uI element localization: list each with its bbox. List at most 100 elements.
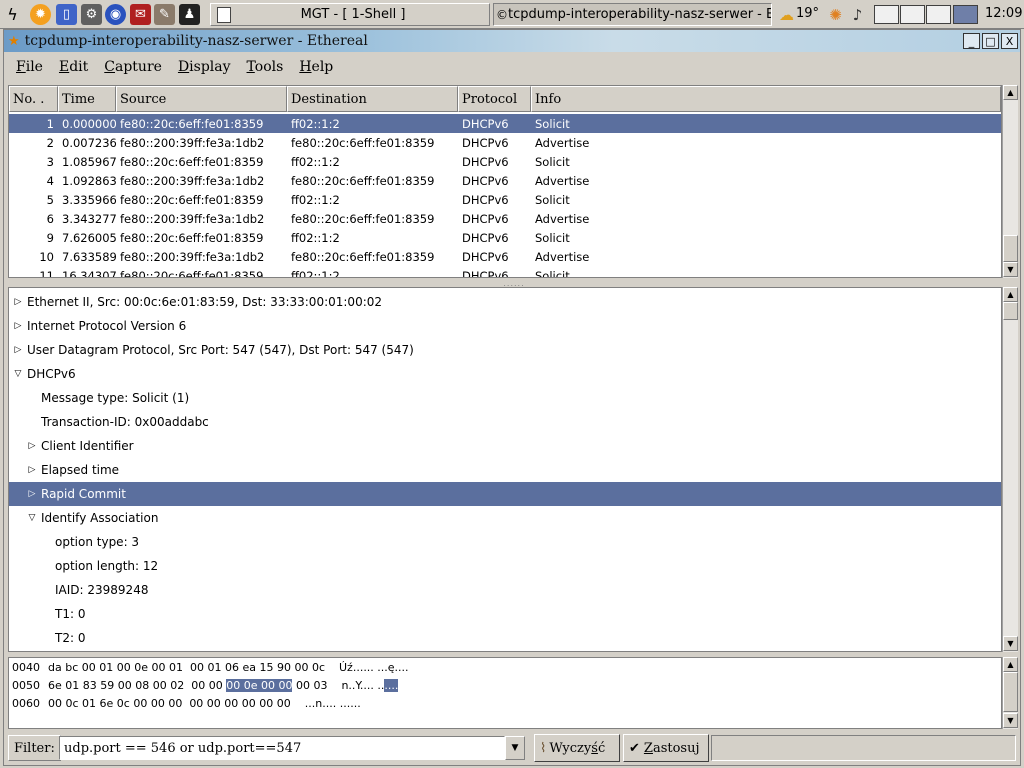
minimize-button[interactable]: _ <box>963 33 980 49</box>
task-ethereal[interactable]: © tcpdump-interoperability-nasz-serwer -… <box>493 3 772 26</box>
scroll-down-icon[interactable]: ▼ <box>1003 636 1018 651</box>
chevron-down-icon: ▼ <box>511 743 519 753</box>
column-header-no[interactable]: No. . <box>9 86 58 112</box>
packet-cell-dst: ff02::1:2 <box>291 154 340 169</box>
packet-row[interactable]: 1 0.000000 fe80::20c:6eff:fe01:8359 ff02::1… <box>9 114 1001 133</box>
settings-launcher-icon[interactable]: ⚙ <box>81 4 102 25</box>
task-label: tcpdump-interoperability-nasz-serwer - E <box>508 7 772 22</box>
filter-input[interactable]: udp.port == 546 or udp.port==547 <box>59 736 505 760</box>
packet-cell-time: 0.007236 <box>62 135 116 150</box>
detail-row[interactable]: ▷ User Datagram Protocol, Src Port: 547 (… <box>9 338 1001 362</box>
hex-row[interactable]: 0040 da bc 00 01 00 0e 00 01 00 01 06 ea … <box>12 658 409 676</box>
menu-display[interactable]: Display <box>178 59 231 75</box>
sun-applet-icon[interactable]: ✹ <box>30 4 51 25</box>
maximize-icon: □ <box>985 34 996 48</box>
packet-row[interactable]: 5 3.335966 fe80::20c:6eff:fe01:8359 ff02::1… <box>9 190 1001 209</box>
detail-row[interactable]: option type: 3 <box>9 530 1001 554</box>
detail-row[interactable]: ▷ Internet Protocol Version 6 <box>9 314 1001 338</box>
workspace-3[interactable] <box>926 5 951 24</box>
packet-row[interactable]: 4 1.092863 fe80::200:39ff:fe3a:1db2 fe80::2… <box>9 171 1001 190</box>
detail-row[interactable]: Transaction-ID: 0x00addabc <box>9 410 1001 434</box>
packet-cell-src: fe80::20c:6eff:fe01:8359 <box>120 192 264 207</box>
scroll-up-icon[interactable]: ▲ <box>1003 657 1018 672</box>
clear-button[interactable]: ⌇ Wyczy ś ć <box>534 734 620 762</box>
packet-row[interactable]: 6 3.343277 fe80::200:39ff:fe3a:1db2 fe80::2… <box>9 209 1001 228</box>
scroll-thumb[interactable] <box>1003 672 1018 712</box>
collapsed-triangle-icon[interactable]: ▷ <box>11 345 25 355</box>
packet-cell-dst: fe80::20c:6eff:fe01:8359 <box>291 249 435 264</box>
packet-list: No. . Time Source Destination Protocol I… <box>8 85 1002 278</box>
filter-label[interactable]: Filter: <box>8 735 61 761</box>
hex-row[interactable]: 0050 6e 01 83 59 00 08 00 02 00 00 00 0e … <box>12 676 399 694</box>
packet-cell-proto: DHCPv6 <box>462 116 509 131</box>
pane-splitter-top[interactable]: ...... <box>484 279 544 288</box>
scroll-thumb[interactable] <box>1003 235 1018 262</box>
apply-button[interactable]: ✔ Zastosuj <box>623 734 709 762</box>
column-header-time[interactable]: Time <box>58 86 116 112</box>
packet-row[interactable]: 9 7.626005 fe80::20c:6eff:fe01:8359 ff02::1… <box>9 228 1001 247</box>
gnome-foot-icon[interactable]: ϟ <box>2 4 23 25</box>
detail-row[interactable]: T2: 0 <box>9 626 1001 650</box>
detail-row[interactable]: ▽ DHCPv6 <box>9 362 1001 386</box>
volume-icon[interactable]: ♪ <box>847 4 868 25</box>
detail-row[interactable]: ▷ Elapsed time <box>9 458 1001 482</box>
hex-row[interactable]: 0060 00 0c 01 6e 0c 00 00 00 00 00 00 00 … <box>12 694 361 712</box>
column-header-protocol[interactable]: Protocol <box>458 86 531 112</box>
expanded-triangle-icon[interactable]: ▽ <box>11 369 25 379</box>
workspace-1[interactable] <box>874 5 899 24</box>
scroll-up-icon[interactable]: ▲ <box>1003 85 1018 100</box>
menu-capture[interactable]: Capture <box>104 59 162 75</box>
gimp-launcher-icon[interactable]: ✎ <box>154 4 175 25</box>
workspace-4[interactable] <box>953 5 978 24</box>
browser-launcher-icon[interactable]: ◉ <box>105 4 126 25</box>
detail-row[interactable]: ▷ Client Identifier <box>9 434 1001 458</box>
packet-row[interactable]: 11 16.343073 fe80::20c:6eff:fe01:8359 ff02:… <box>9 266 1001 278</box>
menu-edit[interactable]: Edit <box>59 59 88 75</box>
scroll-down-icon[interactable]: ▼ <box>1003 713 1018 728</box>
detail-row[interactable]: option length: 12 <box>9 554 1001 578</box>
column-header-info[interactable]: Info <box>531 86 1001 112</box>
column-header-destination[interactable]: Destination <box>287 86 458 112</box>
mail-launcher-icon[interactable]: ✉ <box>130 4 151 25</box>
task-shell[interactable]: MGT - [ 1-Shell ] <box>210 3 490 26</box>
menu-file[interactable]: File <box>16 59 43 75</box>
detail-row[interactable]: ▷ Rapid Commit <box>9 482 1001 506</box>
packet-row[interactable]: 3 1.085967 fe80::20c:6eff:fe01:8359 ff02::1… <box>9 152 1001 171</box>
hex-scrollbar[interactable]: ▲ ▼ <box>1002 657 1018 729</box>
maximize-button[interactable]: □ <box>982 33 999 49</box>
close-button[interactable]: X <box>1001 33 1018 49</box>
collapsed-triangle-icon[interactable]: ▷ <box>11 297 25 307</box>
clear-label-rest: ć <box>597 740 606 756</box>
packet-cell-dst: ff02::1:2 <box>291 116 340 131</box>
packet-list-scrollbar[interactable]: ▲ ▼ <box>1002 85 1018 278</box>
document-launcher-icon[interactable]: ▯ <box>56 4 77 25</box>
clock[interactable]: 12:09 <box>985 6 1022 21</box>
title-bar[interactable]: ★ tcpdump-interoperability-nasz-serwer -… <box>4 30 1020 52</box>
expanded-triangle-icon[interactable]: ▽ <box>25 513 39 523</box>
packet-row[interactable]: 2 0.007236 fe80::200:39ff:fe3a:1db2 fe80::2… <box>9 133 1001 152</box>
scroll-thumb[interactable] <box>1003 302 1018 320</box>
column-header-source[interactable]: Source <box>116 86 287 112</box>
brightness-icon[interactable]: ✺ <box>825 4 846 25</box>
detail-row[interactable]: T1: 0 <box>9 602 1001 626</box>
workspace-2[interactable] <box>900 5 925 24</box>
detail-row[interactable]: IAID: 23989248 <box>9 578 1001 602</box>
penguin-launcher-icon[interactable]: ♟ <box>179 4 200 25</box>
checkmark-icon: ✔ <box>629 740 640 756</box>
detail-row[interactable]: ▷ Ethernet II, Src: 00:0c:6e:01:83:59, Ds… <box>9 290 1001 314</box>
detail-row[interactable]: Message type: Solicit (1) <box>9 386 1001 410</box>
scroll-up-icon[interactable]: ▲ <box>1003 287 1018 302</box>
collapsed-triangle-icon[interactable]: ▷ <box>25 441 39 451</box>
filter-dropdown-button[interactable]: ▼ <box>505 736 525 760</box>
menu-tools[interactable]: Tools <box>247 59 284 75</box>
details-scrollbar[interactable]: ▲ ▼ <box>1002 287 1018 652</box>
detail-row[interactable]: ▽ Identify Association <box>9 506 1001 530</box>
scroll-down-icon[interactable]: ▼ <box>1003 262 1018 277</box>
packet-row[interactable]: 10 7.633589 fe80::200:39ff:fe3a:1db2 fe80::… <box>9 247 1001 266</box>
collapsed-triangle-icon[interactable]: ▷ <box>25 489 39 499</box>
packet-cell-time: 0.000000 <box>62 116 116 131</box>
collapsed-triangle-icon[interactable]: ▷ <box>11 321 25 331</box>
collapsed-triangle-icon[interactable]: ▷ <box>25 465 39 475</box>
menu-label: apture <box>115 59 162 75</box>
menu-help[interactable]: Help <box>299 59 333 75</box>
